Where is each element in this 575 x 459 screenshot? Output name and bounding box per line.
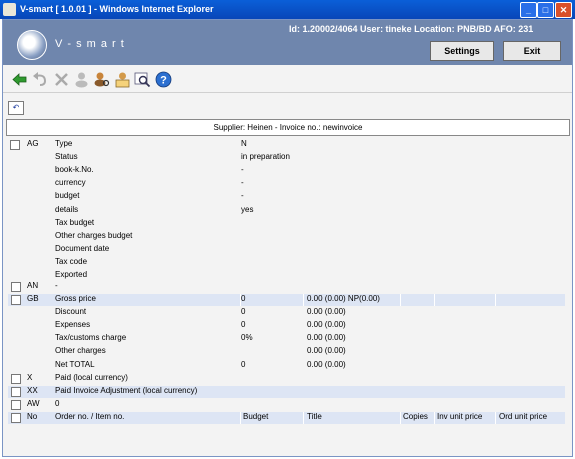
field-label: Tax budget: [55, 217, 95, 227]
cell-divider: [303, 294, 304, 306]
price-label: Tax/customs charge: [55, 333, 127, 343]
checkbox-aw[interactable]: [11, 400, 21, 410]
field-value: in preparation: [241, 152, 290, 162]
supplier-invoice-banner: Supplier: Heinen - Invoice no.: newinvoi…: [6, 119, 570, 136]
price-label: Expenses: [55, 320, 91, 330]
price-qty: 0: [241, 307, 246, 317]
return-icon[interactable]: ↶: [8, 101, 24, 115]
settings-button[interactable]: Settings: [430, 41, 494, 61]
paid-adjustment-label: Paid Invoice Adjustment (local currency): [55, 386, 198, 395]
cell-divider: [240, 412, 241, 424]
code-xx: XX: [27, 386, 38, 395]
price-label: Net TOTAL: [55, 359, 95, 369]
cell-divider: [495, 294, 496, 306]
user-card-icon[interactable]: [114, 71, 131, 88]
field-label: Other charges budget: [55, 230, 133, 240]
code-gb: GB: [27, 294, 39, 303]
price-amount: 0.00 (0.00): [307, 333, 346, 343]
order-column-header[interactable]: Copies: [403, 412, 428, 422]
order-column-header[interactable]: Order no. / Item no.: [55, 412, 124, 422]
price-qty: 0%: [241, 333, 253, 343]
price-qty: 0: [241, 294, 246, 303]
user-search-icon[interactable]: [93, 71, 110, 88]
brand-name: V - s m a r t: [55, 38, 125, 50]
field-value: N: [241, 139, 247, 148]
delete-icon[interactable]: [53, 71, 70, 88]
checkbox-x[interactable]: [11, 374, 21, 384]
an-value: -: [55, 281, 58, 290]
price-label: Gross price: [55, 294, 96, 303]
help-icon[interactable]: ?: [155, 71, 172, 88]
window-titlebar: V-smart [ 1.0.01 ] - Windows Internet Ex…: [0, 0, 575, 19]
price-qty: 0: [241, 320, 246, 330]
order-column-header[interactable]: Budget: [243, 412, 268, 422]
field-label: Document date: [55, 243, 110, 253]
field-label: Type: [55, 139, 73, 148]
exit-button[interactable]: Exit: [503, 41, 561, 61]
code-x: X: [27, 373, 33, 382]
cell-divider: [400, 412, 401, 424]
checkbox-an[interactable]: [11, 282, 21, 292]
price-amount: 0.00 (0.00) NP(0.00): [307, 294, 380, 303]
cell-divider: [303, 412, 304, 424]
session-info: Id: 1.20002/4064 User: tineke Location: …: [289, 24, 534, 34]
ie-window-icon: [3, 3, 16, 16]
field-label: Status: [55, 152, 78, 162]
order-column-header[interactable]: Inv unit price: [437, 412, 482, 422]
field-label: details: [55, 204, 79, 214]
zoom-icon[interactable]: [134, 71, 151, 88]
undo-icon[interactable]: [32, 71, 49, 88]
price-label: Discount: [55, 307, 87, 317]
app-header: V - s m a r t Id: 1.20002/4064 User: tin…: [3, 20, 572, 65]
cell-divider: [434, 412, 435, 424]
field-label: Exported: [55, 270, 88, 279]
price-amount: 0.00 (0.00): [307, 307, 346, 317]
checkbox-xx[interactable]: [11, 387, 21, 397]
code-ag: AG: [27, 139, 39, 148]
code-aw: AW: [27, 399, 40, 408]
field-label: book-k.No.: [55, 165, 94, 175]
paid-label: Paid (local currency): [55, 373, 128, 382]
cell-divider: [400, 294, 401, 306]
field-value: yes: [241, 204, 254, 214]
cell-divider: [495, 412, 496, 424]
code-no: No: [27, 412, 38, 421]
price-amount: 0.00 (0.00): [307, 320, 346, 330]
price-amount: 0.00 (0.00): [307, 346, 346, 356]
order-column-header[interactable]: Ord unit price: [499, 412, 547, 422]
checkbox-gb[interactable]: [11, 295, 21, 305]
checkbox-orders[interactable]: [11, 413, 21, 423]
price-amount: 0.00 (0.00): [307, 359, 346, 369]
close-window-button[interactable]: ✕: [555, 2, 572, 18]
order-column-header[interactable]: Title: [307, 412, 322, 422]
toolbar: ?: [3, 67, 572, 93]
price-label: Other charges: [55, 346, 106, 356]
field-value: -: [241, 178, 244, 188]
code-an: AN: [27, 281, 39, 290]
checkbox-ag[interactable]: [10, 140, 20, 150]
field-label: currency: [55, 178, 86, 188]
svg-text:?: ?: [160, 75, 167, 87]
price-qty: 0: [241, 359, 246, 369]
aw-value: 0: [55, 399, 60, 408]
vsmart-logo-icon: [17, 30, 47, 60]
back-arrow-icon[interactable]: [11, 71, 28, 88]
field-label: Tax code: [55, 256, 88, 266]
cell-divider: [434, 294, 435, 306]
field-value: -: [241, 191, 244, 201]
field-value: -: [241, 165, 244, 175]
field-label: budget: [55, 191, 80, 201]
window-title: V-smart [ 1.0.01 ] - Windows Internet Ex…: [20, 4, 214, 14]
minimize-button[interactable]: _: [520, 2, 537, 18]
person-icon[interactable]: [73, 71, 90, 88]
maximize-button[interactable]: □: [537, 2, 554, 18]
